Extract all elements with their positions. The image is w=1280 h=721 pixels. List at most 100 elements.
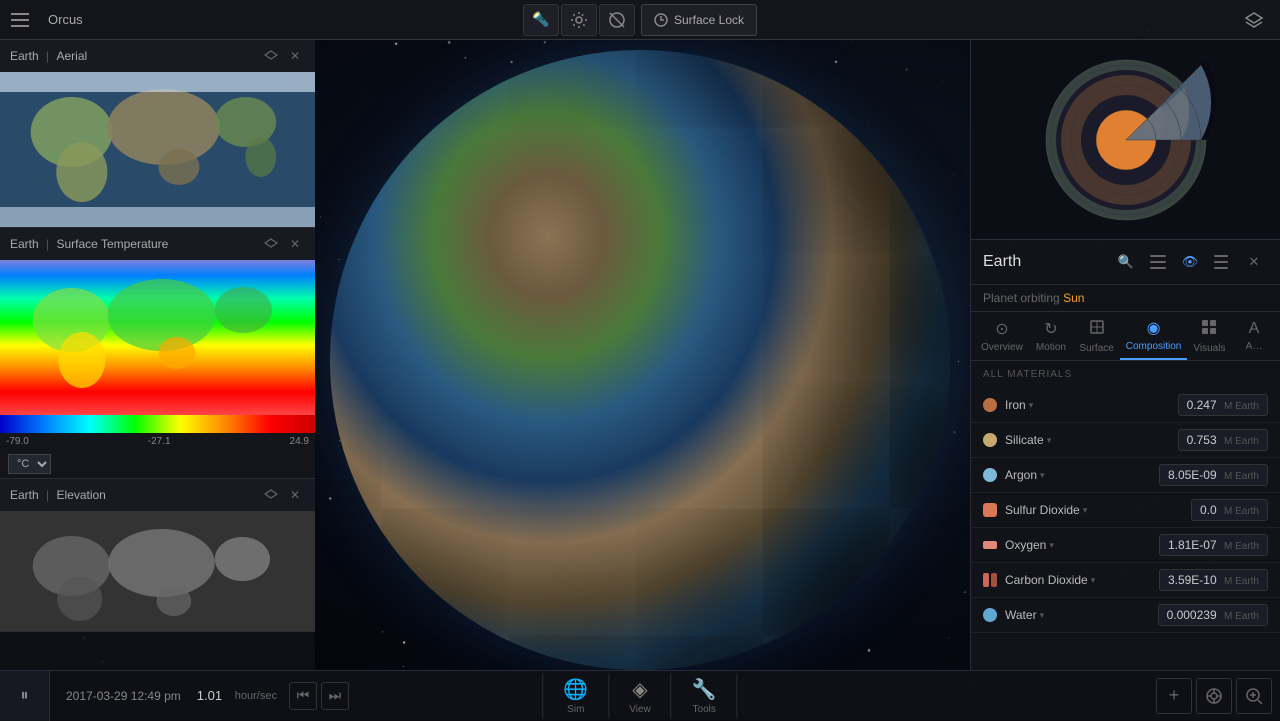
eye-action-btn[interactable]: 👁 [1176, 248, 1204, 276]
no-signal-button[interactable] [599, 4, 635, 36]
silicate-chevron[interactable]: ▾ [1047, 435, 1052, 446]
argon-name: Argon ▾ [1005, 468, 1151, 482]
navigate-button[interactable] [1196, 678, 1232, 714]
temperature-section: Earth | Surface Temperature ✕ [0, 228, 315, 479]
water-unit: M Earth [1224, 611, 1259, 622]
view-tool[interactable]: ◈ View [609, 673, 672, 719]
elevation-section: Earth | Elevation ✕ [0, 479, 315, 632]
temp-layers-btn[interactable] [261, 234, 281, 254]
search-action-btn[interactable]: 🔍 [1112, 248, 1140, 276]
oxygen-chevron[interactable]: ▾ [1049, 540, 1054, 551]
tab-more[interactable]: A A… [1232, 314, 1276, 358]
elevation-title: Earth | Elevation [10, 488, 261, 502]
elevation-header: Earth | Elevation ✕ [0, 479, 315, 511]
material-row-silicate: Silicate ▾ 0.753 M Earth [971, 423, 1280, 458]
water-chevron[interactable]: ▾ [1040, 610, 1045, 621]
list-action-btn[interactable] [1144, 248, 1172, 276]
tab-motion[interactable]: ↻ Motion [1029, 313, 1073, 359]
aerial-header: Earth | Aerial ✕ [0, 40, 315, 72]
temp-mid: -27.1 [148, 436, 171, 447]
elev-close-btn[interactable]: ✕ [285, 485, 305, 505]
add-button[interactable]: + [1156, 678, 1192, 714]
material-row-water: Water ▾ 0.000239 M Earth [971, 598, 1280, 633]
layers-button[interactable] [1236, 4, 1272, 36]
close-action-btn[interactable]: ✕ [1240, 248, 1268, 276]
tab-motion-label: Motion [1036, 342, 1066, 353]
tab-composition[interactable]: ◉ Composition [1120, 312, 1187, 360]
material-row-iron: Iron ▾ 0.247 M Earth [971, 388, 1280, 423]
argon-chevron[interactable]: ▾ [1040, 470, 1045, 481]
material-row-oxygen: Oxygen ▾ 1.81E-07 M Earth [971, 528, 1280, 563]
sulfur-dioxide-dot [983, 503, 997, 517]
material-row-argon: Argon ▾ 8.05E-09 M Earth [971, 458, 1280, 493]
water-name: Water ▾ [1005, 608, 1150, 622]
skip-buttons: ⏮ ⏭ [289, 682, 349, 710]
earth-planet [330, 50, 950, 670]
elev-type: Elevation [56, 488, 105, 502]
tab-composition-label: Composition [1126, 341, 1182, 352]
carbon-dioxide-name: Carbon Dioxide ▾ [1005, 573, 1151, 587]
aerial-layers-btn[interactable] [261, 46, 281, 66]
tab-overview-label: Overview [981, 342, 1023, 353]
view-tool-icon: ◈ [632, 677, 647, 702]
argon-value: 8.05E-09 M Earth [1159, 464, 1268, 486]
sulfur-dioxide-name: Sulfur Dioxide ▾ [1005, 503, 1183, 517]
aerial-title: Earth | Aerial [10, 49, 261, 63]
iron-name: Iron ▾ [1005, 398, 1170, 412]
composition-icon: ◉ [1147, 318, 1161, 338]
iron-value: 0.247 M Earth [1178, 394, 1268, 416]
co2-dot [983, 573, 997, 587]
oxygen-value: 1.81E-07 M Earth [1159, 534, 1268, 556]
elev-layers-btn[interactable] [261, 485, 281, 505]
datetime-display: 2017-03-29 12:49 pm [50, 689, 197, 703]
sim-tool[interactable]: 🌐 Sim [542, 673, 609, 719]
planet-cross-section [971, 40, 1280, 240]
grid-action-btn[interactable] [1208, 248, 1236, 276]
zoom-button[interactable] [1236, 678, 1272, 714]
left-panel: Earth | Aerial ✕ [0, 40, 315, 670]
top-toolbar: Orcus 🔦 Surface Lock [0, 0, 1280, 40]
skip-forward-button[interactable]: ⏭ [321, 682, 349, 710]
co2-chevron[interactable]: ▾ [1091, 575, 1096, 586]
surface-lock-button[interactable]: Surface Lock [641, 4, 757, 36]
temperature-controls: ✕ [261, 234, 305, 254]
tools-tool-label: Tools [693, 704, 716, 715]
temp-unit-dropdown[interactable]: °C °F K [8, 454, 51, 474]
argon-dot [983, 468, 997, 482]
torch-button[interactable]: 🔦 [523, 4, 559, 36]
view-tool-label: View [629, 704, 651, 715]
motion-icon: ↻ [1044, 319, 1057, 339]
tab-surface-label: Surface [1079, 343, 1113, 354]
bottom-right-tools: + [1156, 678, 1272, 714]
aerial-map-image [0, 72, 315, 227]
materials-header: ALL MATERIALS [971, 361, 1280, 388]
menu-button[interactable] [0, 0, 40, 40]
tab-surface[interactable]: Surface [1073, 313, 1120, 360]
oxygen-unit: M Earth [1224, 541, 1259, 552]
carbon-dioxide-value: 3.59E-10 M Earth [1159, 569, 1268, 591]
tab-more-label: A… [1246, 341, 1263, 352]
cross-section-viz [1036, 50, 1216, 230]
aerial-close-btn[interactable]: ✕ [285, 46, 305, 66]
so2-unit: M Earth [1224, 506, 1259, 517]
pause-button[interactable]: ⏸ [0, 671, 50, 721]
skip-back-button[interactable]: ⏮ [289, 682, 317, 710]
elev-planet: Earth [10, 488, 39, 502]
temperature-map-image [0, 260, 315, 415]
temp-max: 24.9 [290, 436, 309, 447]
surface-lock-label: Surface Lock [674, 13, 744, 27]
aerial-planet: Earth [10, 49, 39, 63]
tools-tool[interactable]: 🔧 Tools [672, 673, 738, 719]
temperature-header: Earth | Surface Temperature ✕ [0, 228, 315, 260]
temperature-unit-selector: °C °F K [0, 450, 315, 478]
sun-link[interactable]: Sun [1063, 291, 1084, 305]
so2-chevron[interactable]: ▾ [1083, 505, 1088, 516]
tab-overview[interactable]: ⊙ Overview [975, 313, 1029, 359]
iron-chevron[interactable]: ▾ [1029, 400, 1034, 411]
settings-button[interactable] [561, 4, 597, 36]
info-title: Earth [983, 253, 1104, 271]
bottom-bar: ⏸ 2017-03-29 12:49 pm 1.01 hour/sec ⏮ ⏭ … [0, 670, 1280, 720]
tab-visuals[interactable]: Visuals [1187, 313, 1232, 360]
temp-close-btn[interactable]: ✕ [285, 234, 305, 254]
subtitle-text: Planet orbiting [983, 291, 1060, 305]
